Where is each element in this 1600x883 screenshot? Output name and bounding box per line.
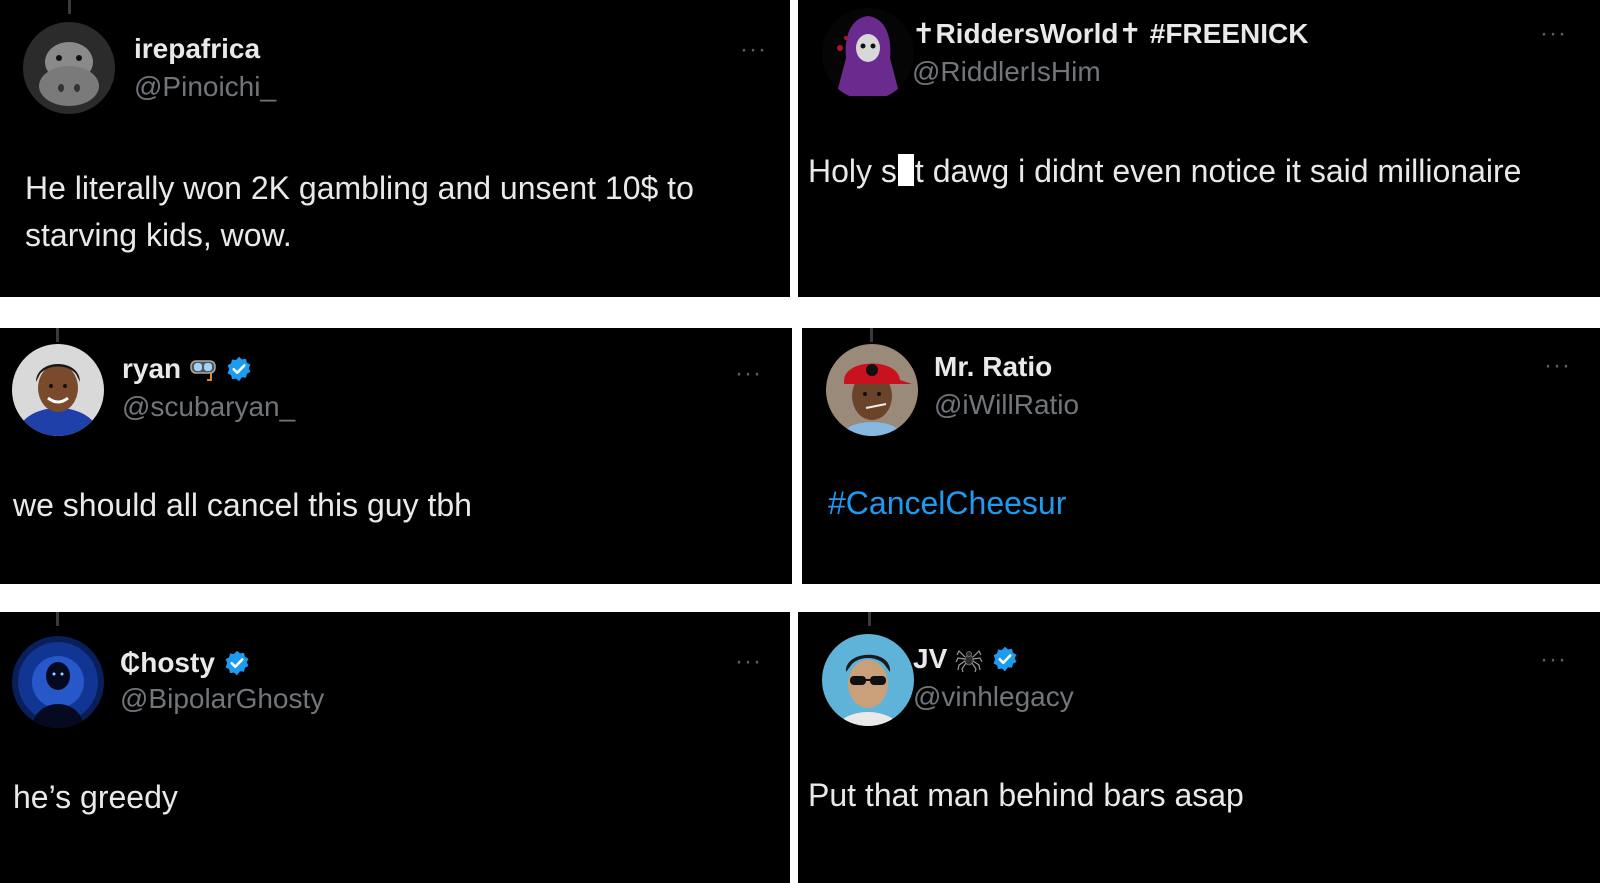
verified-badge-icon: [223, 649, 251, 677]
display-name[interactable]: ryan: [122, 352, 181, 386]
hashtag-link[interactable]: #CancelCheesur: [828, 485, 1066, 521]
user-handle[interactable]: @BipolarGhosty: [120, 682, 324, 716]
tweet-card[interactable]: JV @vinhlegacy ··· Put that man behind b…: [798, 612, 1600, 883]
more-options-icon[interactable]: ···: [1540, 22, 1567, 46]
tweet-card[interactable]: ryan @scubaryan_ ··· we should all cance…: [0, 328, 792, 584]
thread-line: [870, 328, 873, 342]
tweet-card[interactable]: ✝RiddersWorld✝ #FREENICK @RiddlerIsHim ·…: [798, 0, 1600, 297]
user-handle[interactable]: @vinhlegacy: [913, 680, 1074, 714]
red-cap-avatar[interactable]: [826, 344, 918, 436]
tweet-text: Holy s t dawg i didnt even notice it said…: [808, 148, 1528, 195]
purple-hooded-figure-avatar[interactable]: [822, 8, 914, 100]
thread-line: [56, 612, 59, 626]
user-handle[interactable]: @iWillRatio: [934, 388, 1079, 422]
more-options-icon[interactable]: ···: [735, 650, 762, 674]
thread-line: [868, 612, 871, 626]
smiling-man-avatar[interactable]: [12, 344, 104, 436]
display-name[interactable]: JV: [913, 642, 947, 676]
display-name[interactable]: ✝RiddersWorld✝ #FREENICK: [912, 17, 1308, 51]
thread-line: [56, 328, 59, 342]
sunglasses-avatar[interactable]: [822, 634, 914, 726]
display-name[interactable]: Mr. Ratio: [934, 350, 1052, 384]
display-name[interactable]: irepafrica: [134, 32, 260, 66]
censor-block: [897, 154, 914, 186]
spider-icon: [955, 645, 983, 673]
display-name[interactable]: ₵hosty: [120, 646, 215, 680]
user-handle[interactable]: @scubaryan_: [122, 390, 295, 424]
tweet-card[interactable]: ₵hosty @BipolarGhosty ··· he’s greedy: [0, 612, 790, 883]
verified-badge-icon: [991, 645, 1019, 673]
tweet-text: #CancelCheesur: [828, 480, 1548, 527]
more-options-icon[interactable]: ···: [1540, 648, 1567, 672]
thread-line: [68, 0, 71, 14]
more-options-icon[interactable]: ···: [1544, 354, 1571, 378]
tweet-text: Put that man behind bars asap: [808, 777, 1244, 813]
verified-badge-icon: [225, 355, 253, 383]
diving-mask-icon: [189, 355, 217, 383]
tweet-text: we should all cancel this guy tbh: [13, 487, 472, 523]
tweet-text-part: t dawg i didnt even notice it said milli…: [914, 153, 1522, 189]
blue-silhouette-avatar[interactable]: [12, 636, 104, 728]
more-options-icon[interactable]: ···: [740, 38, 767, 62]
tweet-text: He literally won 2K gambling and unsent …: [25, 170, 694, 253]
user-handle[interactable]: @Pinoichi_: [134, 70, 276, 104]
tweet-text: he’s greedy: [13, 779, 178, 815]
tweet-card[interactable]: Mr. Ratio @iWillRatio ··· #CancelCheesur: [802, 328, 1600, 584]
tweet-card[interactable]: irepafrica @Pinoichi_ ··· He literally w…: [0, 0, 790, 297]
user-handle[interactable]: @RiddlerIsHim: [912, 55, 1101, 89]
hippo-avatar[interactable]: [23, 22, 115, 114]
more-options-icon[interactable]: ···: [735, 362, 762, 386]
tweet-text-part: Holy s: [808, 153, 897, 189]
